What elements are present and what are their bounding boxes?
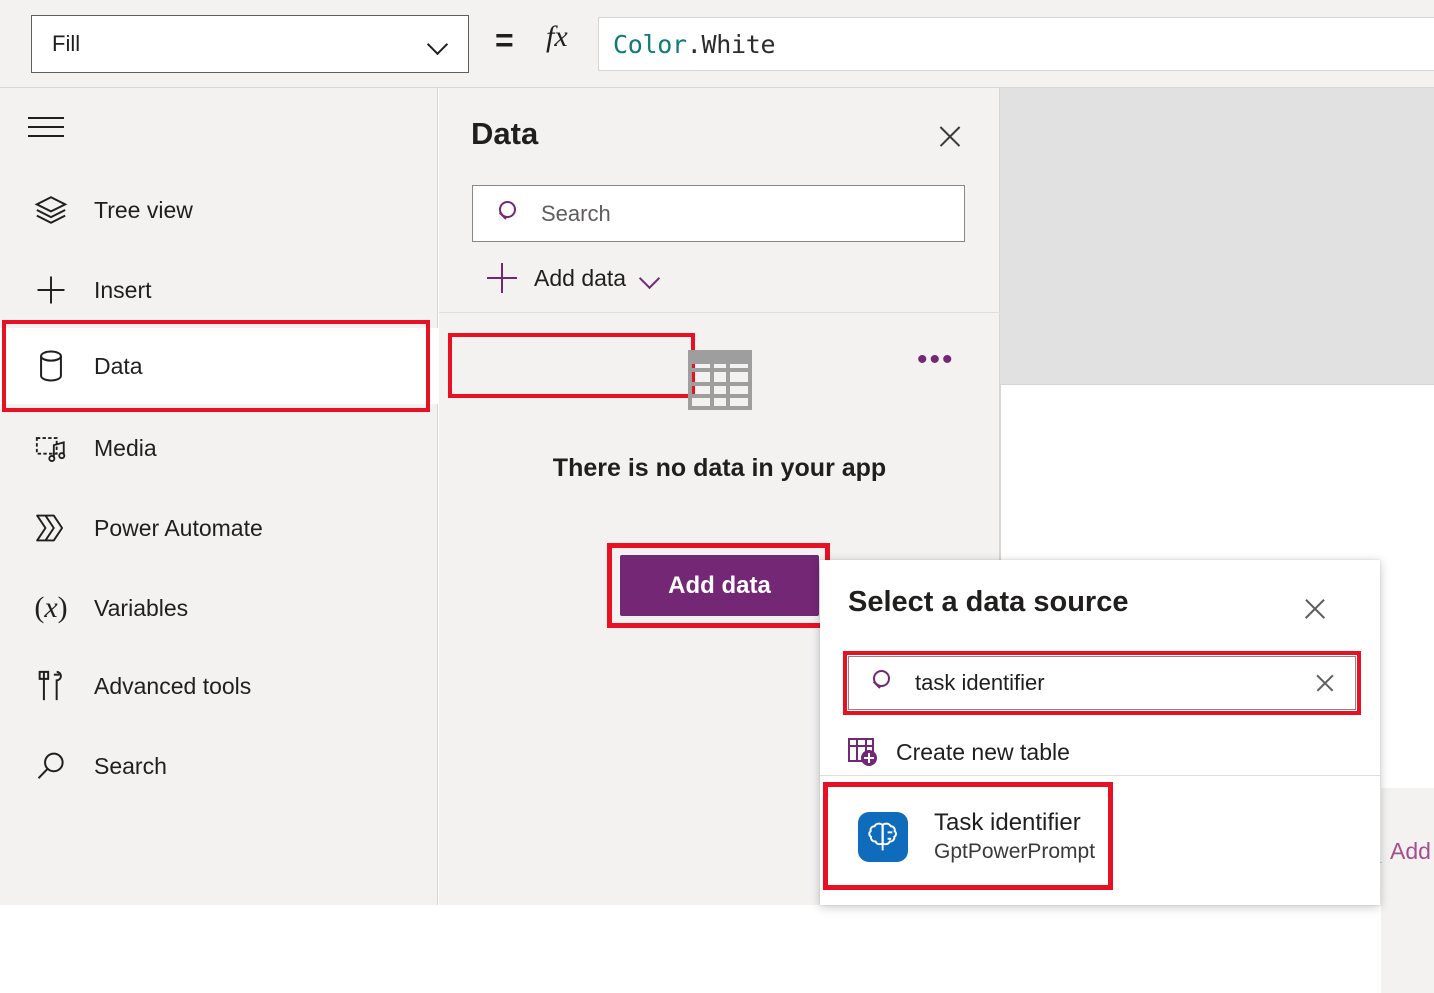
media-icon (22, 431, 80, 465)
sidebar-item-search[interactable]: Search (0, 726, 438, 806)
sidebar-item-advanced-tools[interactable]: Advanced tools (0, 646, 438, 726)
sidebar-item-label: Advanced tools (94, 673, 251, 700)
add-data-dropdown-button[interactable]: Add data (455, 246, 701, 310)
create-new-table-item[interactable]: Create new table (848, 728, 1248, 776)
canvas-header-block (1000, 88, 1434, 385)
sidebar-item-label: Search (94, 753, 167, 780)
sidebar-item-media[interactable]: Media (0, 408, 438, 488)
data-panel-search-placeholder: Search (541, 201, 611, 227)
table-icon (688, 350, 752, 410)
search-icon (869, 669, 897, 697)
data-panel-search-input[interactable]: Search (472, 185, 965, 242)
plus-icon (487, 263, 517, 293)
table-add-icon (848, 738, 878, 766)
sidebar-item-label: Tree view (94, 197, 193, 224)
sidebar-item-variables[interactable]: (x) Variables (0, 568, 438, 648)
panel-divider (439, 312, 1000, 313)
sidebar-item-insert[interactable]: Insert (0, 250, 438, 330)
layers-icon (22, 193, 80, 227)
close-icon[interactable] (1299, 593, 1331, 625)
add-data-label: Add data (534, 265, 626, 292)
variables-x-icon: (x) (22, 591, 80, 625)
equals-sign: = (495, 22, 514, 59)
data-source-search-input[interactable]: task identifier (848, 656, 1356, 710)
close-icon[interactable] (933, 120, 967, 154)
formula-namespace-token: Color (613, 30, 687, 59)
canvas-right-panel-sliver (1381, 788, 1434, 993)
property-select-label: Fill (52, 31, 80, 57)
list-item-title: Task identifier (934, 809, 1095, 837)
power-automate-icon (22, 511, 80, 545)
sidebar-item-label: Power Automate (94, 515, 263, 542)
hamburger-menu-icon[interactable] (28, 113, 64, 141)
add-data-primary-button[interactable]: Add data (620, 555, 819, 616)
sidebar-item-label: Variables (94, 595, 188, 622)
canvas-partial-add-label[interactable]: Add (1390, 838, 1431, 865)
flyout-title: Select a data source (848, 586, 1128, 619)
sidebar-item-power-automate[interactable]: Power Automate (0, 488, 438, 568)
list-item[interactable]: Task identifier GptPowerPrompt (828, 788, 1248, 886)
search-icon (22, 749, 80, 783)
ai-brain-icon (858, 812, 908, 862)
clear-icon[interactable] (1311, 669, 1339, 697)
tools-icon (22, 669, 80, 703)
list-item-subtitle: GptPowerPrompt (934, 839, 1095, 865)
search-icon (495, 200, 523, 228)
chevron-down-icon (640, 267, 662, 289)
data-panel-title: Data (471, 116, 538, 152)
formula-rest-token: .White (687, 30, 776, 59)
select-data-source-flyout: Select a data source task identifier Cre… (820, 560, 1380, 905)
formula-input[interactable]: Color.White (598, 17, 1434, 71)
sidebar-item-tree-view[interactable]: Tree view (0, 170, 438, 250)
data-source-search-value: task identifier (915, 670, 1311, 696)
flyout-list-divider (820, 775, 1380, 776)
create-new-table-label: Create new table (896, 739, 1070, 766)
left-navigation-rail: Tree view Insert Data (0, 88, 438, 905)
sidebar-item-label: Media (94, 435, 157, 462)
empty-state: There is no data in your app (439, 350, 1000, 483)
sidebar-item-data[interactable]: Data (0, 328, 438, 404)
empty-state-text: There is no data in your app (439, 454, 1000, 483)
plus-icon (22, 272, 80, 308)
database-icon (22, 349, 80, 383)
formula-bar: Fill = fx Color.White (0, 0, 1434, 88)
fx-icon: fx (546, 20, 568, 54)
sidebar-item-label: Insert (94, 277, 152, 304)
sidebar-item-label: Data (94, 353, 143, 380)
chevron-down-icon (428, 33, 450, 55)
property-select-dropdown[interactable]: Fill (31, 15, 469, 73)
